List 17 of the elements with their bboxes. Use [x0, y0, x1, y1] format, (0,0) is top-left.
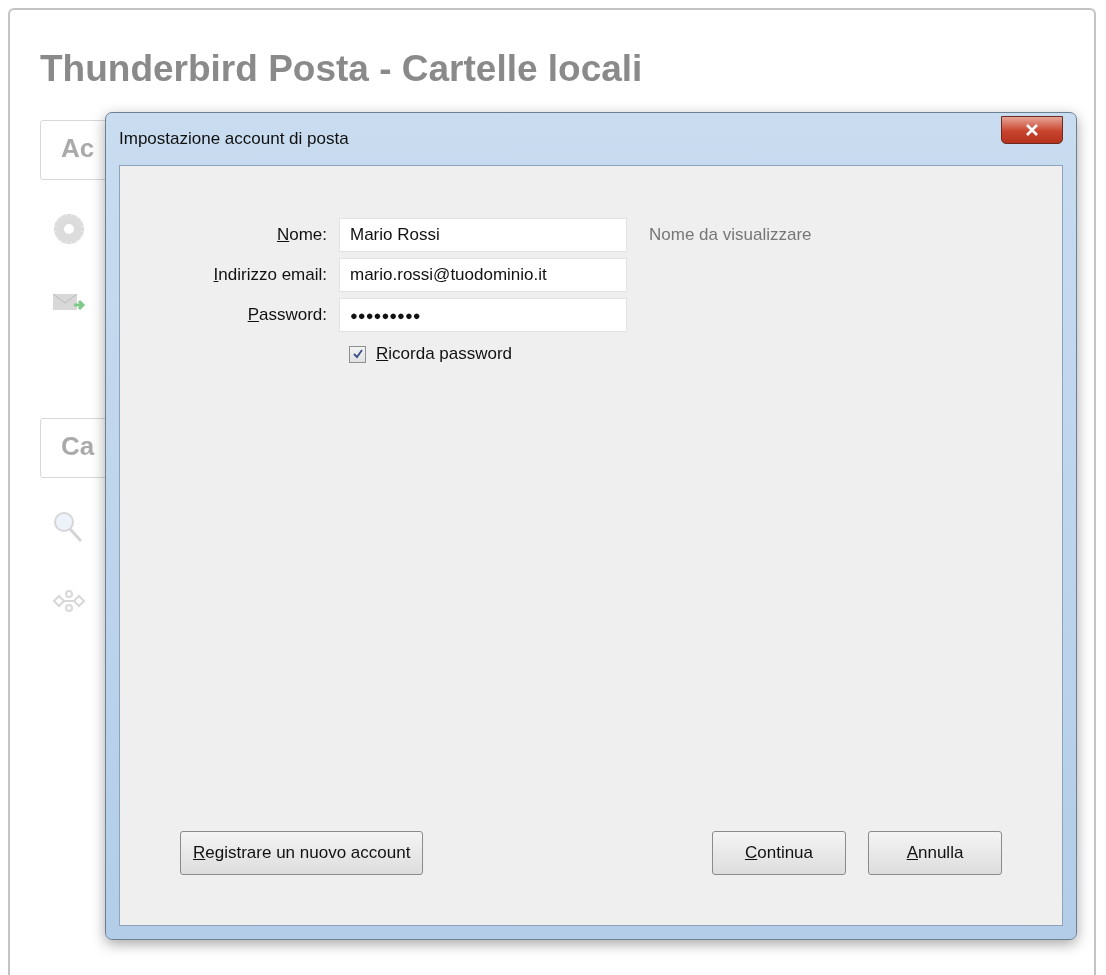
field-label: Password:: [246, 305, 327, 325]
register-button[interactable]: Registrare un nuovo account: [180, 831, 424, 875]
continue-button[interactable]: Continua: [712, 831, 846, 875]
checkbox-label[interactable]: Ricorda password: [376, 344, 513, 364]
checkbox[interactable]: [349, 345, 366, 363]
page-title: Thunderbird Posta - Cartelle locali: [40, 48, 644, 90]
close-icon: [1025, 124, 1039, 136]
cancel-button[interactable]: Annulla: [868, 831, 1002, 875]
field-hint: Nome da visualizzare: [648, 225, 813, 245]
input-field[interactable]: Mario Rossi: [339, 218, 627, 252]
search-icon[interactable]: [52, 510, 84, 544]
network-icon[interactable]: [52, 588, 86, 614]
close-button[interactable]: [1001, 116, 1063, 144]
password-field[interactable]: ●●●●●●●●●: [339, 298, 627, 332]
input-field[interactable]: mario.rossi@tuodominio.it: [339, 258, 627, 292]
field-label: Nome:: [275, 225, 327, 245]
field-label: Indirizzo email:: [212, 265, 327, 285]
